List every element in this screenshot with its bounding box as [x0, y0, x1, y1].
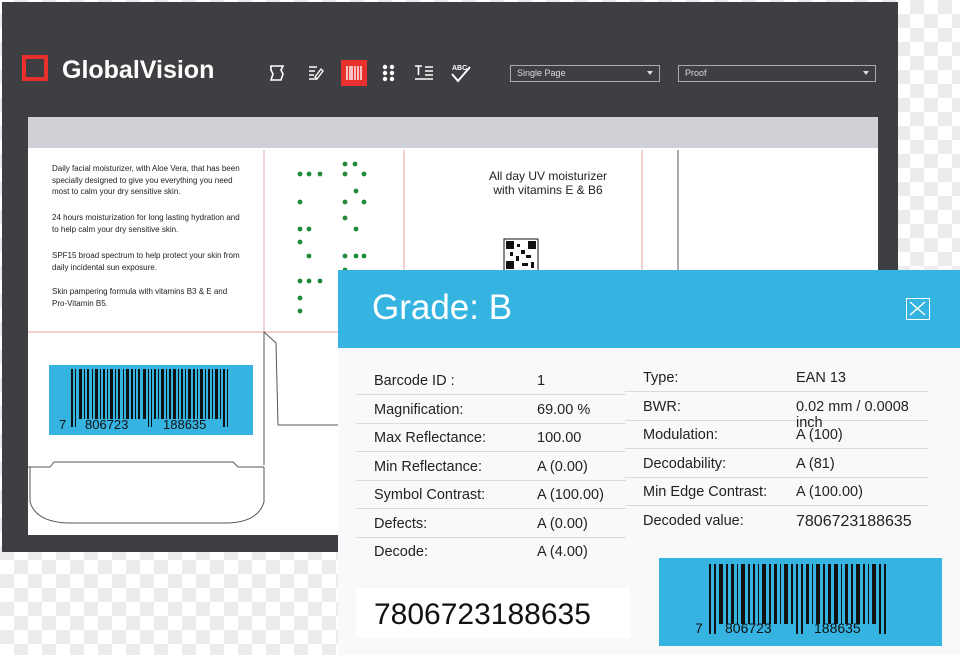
metric-value: A (81) [796, 456, 835, 472]
close-button[interactable] [906, 298, 930, 320]
metric-label: Max Reflectance: [374, 430, 487, 446]
metric-label: Type: [643, 370, 679, 386]
text-compare-icon[interactable] [303, 60, 329, 86]
metric-label: Barcode ID : [374, 373, 455, 389]
barcode-digits-left-group: 806723 [85, 417, 129, 432]
chevron-down-icon [863, 71, 869, 75]
decoded-barcode-image: 7 806723 188635 [659, 558, 942, 646]
metric-value: 7806723188635 [796, 513, 912, 530]
metric-row: Decoded value: 7806723188635 [625, 507, 928, 534]
metric-row: Decode: A (4.00) [356, 538, 626, 565]
metric-value: A (0.00) [537, 459, 588, 475]
metric-row: Symbol Contrast: A (100.00) [356, 481, 626, 509]
metric-row: Type: EAN 13 [625, 364, 928, 392]
text-format-icon[interactable] [411, 60, 437, 86]
artwork-icon[interactable] [264, 60, 290, 86]
metric-value: A (100) [796, 427, 843, 443]
copy-paragraph: Daily facial moisturizer, with Aloe Vera… [52, 164, 240, 196]
spellcheck-label: ABC [452, 65, 467, 72]
metric-label: Magnification: [374, 402, 464, 418]
metric-value: 100.00 [537, 430, 582, 446]
metric-value: A (0.00) [537, 516, 588, 532]
metric-value: A (4.00) [537, 544, 588, 560]
artwork-title-line: All day UV moisturizer [488, 169, 608, 183]
copy-paragraph: 24 hours moisturization for long lasting… [52, 213, 240, 234]
qr-code [503, 238, 539, 272]
metric-value: A (100.00) [537, 487, 604, 503]
metric-label: Decodability: [643, 456, 727, 472]
spellcheck-icon[interactable]: ABC [448, 60, 474, 86]
metric-label: BWR: [643, 399, 681, 415]
metric-row: Decodability: A (81) [625, 450, 928, 478]
artwork-title: All day UV moisturizer with vitamins E &… [430, 169, 666, 197]
copy-paragraph: Skin pampering formula with vitamins B3 … [52, 287, 228, 308]
metric-label: Decode: [374, 544, 429, 560]
metric-row: Max Reflectance: 100.00 [356, 424, 626, 452]
metric-row: Magnification: 69.00 % [356, 396, 626, 424]
artwork-barcode[interactable]: 7 806723 188635 [49, 365, 253, 435]
barcode-digit-left: 7 [695, 620, 703, 636]
metric-label: Defects: [374, 516, 428, 532]
decoded-value-display: 7806723188635 [356, 588, 630, 638]
metric-label: Min Reflectance: [374, 459, 482, 475]
barcode-digit-left: 7 [59, 417, 67, 432]
grade-title: Grade: B [372, 288, 513, 327]
metric-row: Modulation: A (100) [625, 421, 928, 449]
metric-row: BWR: 0.02 mm / 0.0008 inch [625, 393, 928, 431]
metric-row: Barcode ID : 1 [356, 367, 626, 395]
metric-label: Min Edge Contrast: [643, 484, 768, 500]
view-mode-select[interactable]: Single Page [510, 65, 660, 82]
proof-mode-select[interactable]: Proof [678, 65, 876, 82]
logo-mark [22, 55, 48, 81]
panel-header: Grade: B [338, 270, 960, 348]
metric-value: 69.00 % [537, 402, 591, 418]
metric-row: Defects: A (0.00) [356, 510, 626, 538]
barcode-icon[interactable] [341, 60, 367, 86]
metric-value: A (100.00) [796, 484, 863, 500]
metric-value: 1 [537, 373, 546, 389]
copy-paragraph: SPF15 broad spectrum to help protect you… [52, 251, 240, 272]
close-icon [909, 301, 926, 316]
barcode-digits-right-group: 188635 [814, 620, 861, 636]
logo-text: GlobalVision [62, 56, 215, 84]
view-mode-value: Single Page [517, 68, 566, 78]
barcode-bars [71, 369, 228, 427]
barcode-grade-panel: Grade: B Barcode ID : 1 Magnification: 69.… [338, 270, 960, 655]
artwork-title-line: with vitamins E & B6 [493, 183, 603, 197]
braille-icon[interactable] [376, 60, 402, 86]
metric-row: Min Reflectance: A (0.00) [356, 453, 626, 481]
chevron-down-icon [647, 71, 653, 75]
metric-label: Modulation: [643, 427, 718, 443]
metric-label: Decoded value: [643, 513, 744, 529]
metric-value: EAN 13 [796, 370, 846, 386]
proof-mode-value: Proof [685, 68, 707, 78]
metric-label: Symbol Contrast: [374, 487, 486, 503]
barcode-digits-left-group: 806723 [725, 620, 772, 636]
metric-row: Min Edge Contrast: A (100.00) [625, 478, 928, 506]
barcode-digits-right-group: 188635 [163, 417, 207, 432]
